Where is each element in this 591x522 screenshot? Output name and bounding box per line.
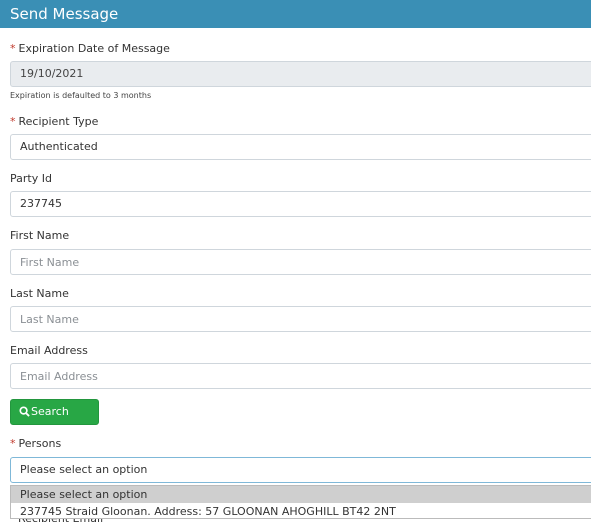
first-name-input[interactable]	[10, 249, 591, 275]
first-name-label: First Name	[10, 229, 70, 242]
search-icon	[19, 406, 30, 417]
persons-select[interactable]: Please select an option	[10, 457, 591, 483]
required-marker: *	[10, 115, 16, 128]
required-marker: *	[10, 437, 16, 450]
last-name-label: Last Name	[10, 287, 69, 300]
dropdown-option[interactable]: Please select an option	[11, 486, 591, 503]
expiration-date-field: 19/10/2021	[10, 61, 591, 87]
email-address-input[interactable]	[10, 363, 591, 389]
required-marker: *	[10, 42, 16, 55]
recipient-type-label: * Recipient Type	[10, 115, 99, 128]
expiration-hint: Expiration is defaulted to 3 months	[10, 91, 152, 100]
party-id-field[interactable]: 237745	[10, 191, 591, 217]
dropdown-option[interactable]: 237745 Straid Gloonan. Address: 57 GLOON…	[11, 503, 591, 520]
email-address-label: Email Address	[10, 344, 88, 357]
persons-dropdown: Please select an option 237745 Straid Gl…	[10, 485, 591, 519]
persons-label: * Persons	[10, 437, 62, 450]
search-party-button[interactable]: Search Party	[10, 399, 99, 442]
recipient-type-select[interactable]: Authenticated	[10, 134, 591, 160]
last-name-input[interactable]	[10, 306, 591, 332]
modal-title: Send Message	[10, 5, 119, 23]
party-id-label: Party Id	[10, 172, 52, 185]
expiration-date-label: * Expiration Date of Message	[10, 42, 170, 55]
modal-header: Send Message	[0, 0, 591, 28]
